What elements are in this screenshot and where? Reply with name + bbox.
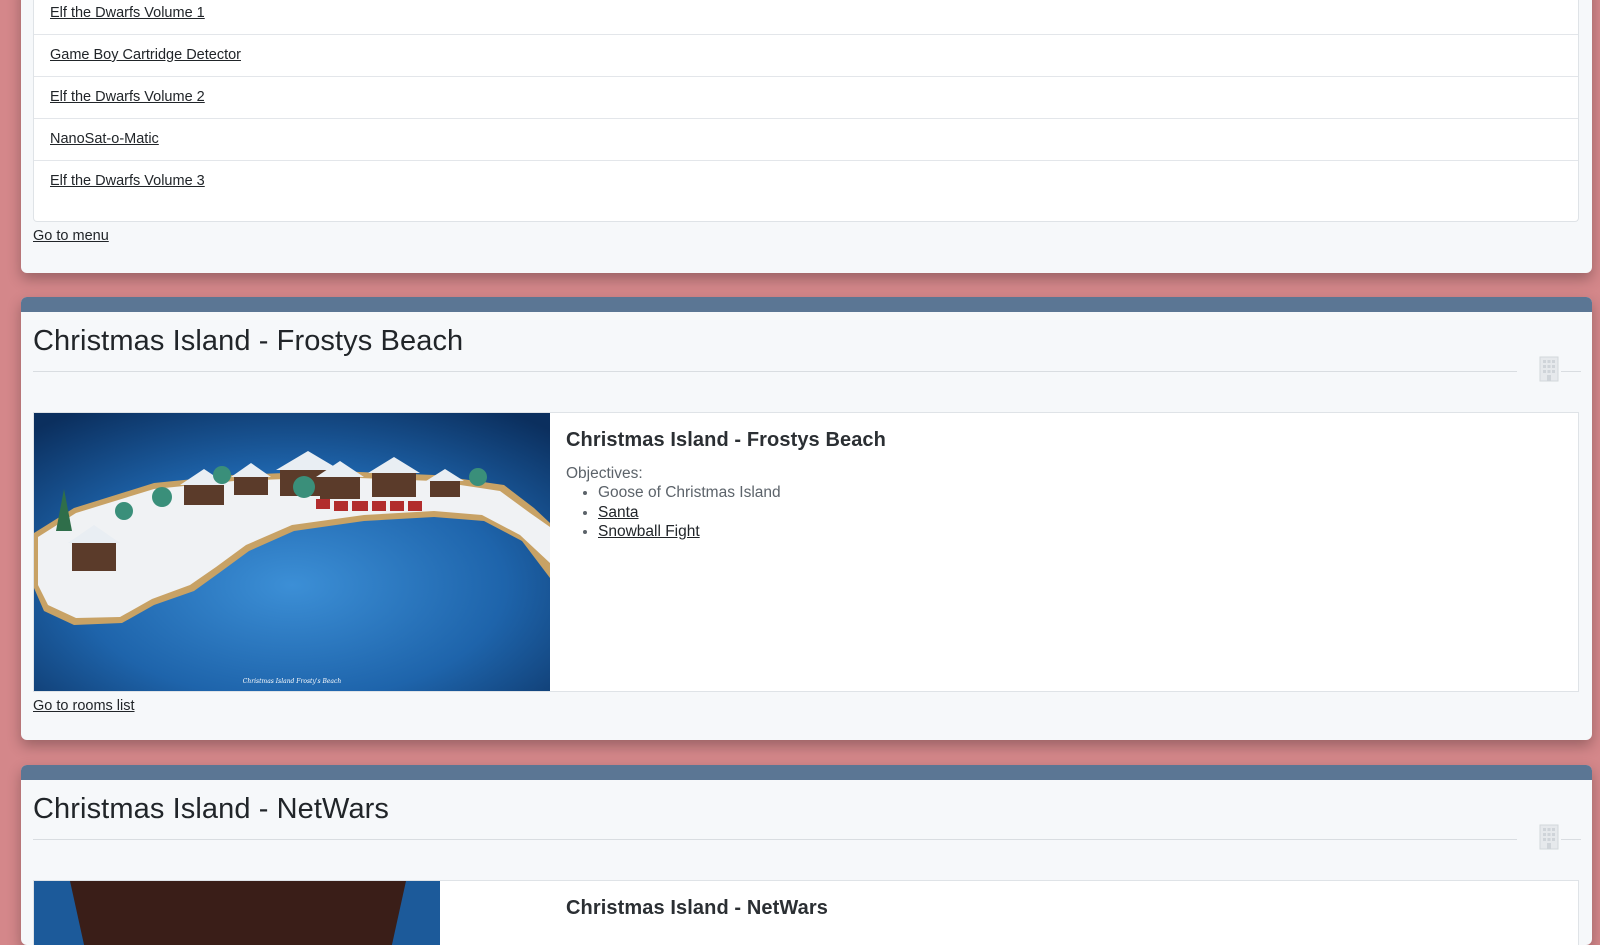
list-item: Elf the Dwarfs Volume 1 [34,0,1578,34]
list-item-link[interactable]: Game Boy Cartridge Detector [50,47,241,63]
room-title: Christmas Island - Frostys Beach [566,429,886,451]
list-item-link[interactable]: Elf the Dwarfs Volume 2 [50,89,205,105]
list-item: Elf the Dwarfs Volume 3 [34,160,1578,202]
room-details-box: Christmas Island Frosty's Beach Christma… [33,412,1579,692]
objectives-label: Objectives: [566,465,643,482]
room-heading: Christmas Island - Frostys Beach [33,325,464,357]
heading-divider [33,839,1517,840]
list-item: Elf the Dwarfs Volume 2 [34,76,1578,118]
go-to-menu-link[interactable]: Go to menu [33,228,109,244]
building-icon [1539,356,1559,382]
room-map-image[interactable] [34,881,440,945]
objective-link-snowball-fight[interactable]: Snowball Fight [598,523,700,540]
room-heading: Christmas Island - NetWars [33,793,390,825]
room-map-image[interactable]: Christmas Island Frosty's Beach [34,413,550,691]
building-icon [1539,824,1559,850]
list-item: NanoSat-o-Matic [34,118,1578,160]
objectives-card: Elf the Dwarfs Volume 1 Game Boy Cartrid… [21,0,1592,273]
objectives-list: Goose of Christmas Island Santa Snowball… [566,483,781,542]
heading-divider [1561,371,1581,372]
objective-text: Goose of Christmas Island [598,484,781,501]
objective-item: Santa [598,503,781,523]
room-card-netwars: Christmas Island - NetWars Christmas Isl… [21,765,1592,945]
heading-divider [33,371,1517,372]
list-item-link[interactable]: Elf the Dwarfs Volume 3 [50,173,205,189]
heading-divider [1561,839,1581,840]
go-to-rooms-list-link[interactable]: Go to rooms list [33,698,135,714]
card-header-band [21,765,1592,780]
objective-item: Goose of Christmas Island [598,483,781,503]
room-title: Christmas Island - NetWars [566,897,828,919]
room-card-frostys-beach: Christmas Island - Frostys Beach Christm… [21,297,1592,740]
list-item-link[interactable]: Elf the Dwarfs Volume 1 [50,5,205,21]
image-caption: Christmas Island Frosty's Beach [243,678,342,685]
list-item: Game Boy Cartridge Detector [34,34,1578,76]
objectives-list: Elf the Dwarfs Volume 1 Game Boy Cartrid… [33,0,1579,222]
room-details-box: Christmas Island - NetWars [33,880,1579,945]
objective-link-santa[interactable]: Santa [598,504,639,521]
list-item-link[interactable]: NanoSat-o-Matic [50,131,159,147]
card-header-band [21,297,1592,312]
objective-item: Snowball Fight [598,522,781,542]
